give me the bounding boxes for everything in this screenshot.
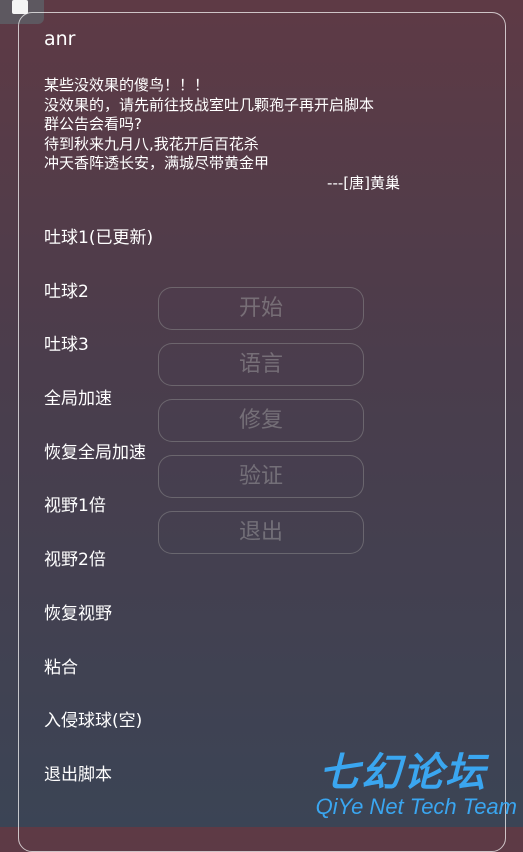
watermark-cn: 七幻论坛	[319, 750, 487, 796]
verify-button[interactable]: 验证	[158, 455, 364, 498]
menu-item-restore-speed[interactable]: 恢复全局加速	[44, 441, 153, 495]
menu-item-spit-1[interactable]: 吐球1(已更新)	[44, 226, 153, 280]
watermark-en: QiYe Net Tech Team	[315, 794, 517, 819]
menu-item-spit-3[interactable]: 吐球3	[44, 333, 153, 387]
menu-item-merge[interactable]: 粘合	[44, 656, 153, 710]
menu-item-view-1x[interactable]: 视野1倍	[44, 494, 153, 548]
notice-line: 冲天香阵透长安，满城尽带黄金甲	[44, 154, 270, 173]
menu-item-global-speed[interactable]: 全局加速	[44, 387, 153, 441]
notice-line: 待到秋来九月八,我花开后百花杀	[44, 134, 259, 153]
script-menu: 吐球1(已更新) 吐球2 吐球3 全局加速 恢复全局加速 视野1倍 视野2倍 恢…	[44, 226, 153, 817]
menu-item-restore-view[interactable]: 恢复视野	[44, 602, 153, 656]
notice-text: 某些没效果的傻鸟！！！ 没效果的，请先前往技战室吐几颗孢子再开启脚本 群公告会看…	[44, 76, 464, 194]
menu-item-invade[interactable]: 入侵球球(空)	[44, 709, 153, 763]
menu-item-exit-script[interactable]: 退出脚本	[44, 763, 153, 817]
exit-button[interactable]: 退出	[158, 511, 364, 554]
start-button[interactable]: 开始	[158, 287, 364, 330]
notice-line: 某些没效果的傻鸟！！！	[44, 76, 210, 94]
language-button[interactable]: 语言	[158, 343, 364, 386]
repair-button[interactable]: 修复	[158, 399, 364, 442]
notice-signature: ---[唐]黄巢	[327, 173, 400, 192]
notice-line: 没效果的，请先前往技战室吐几颗孢子再开启脚本	[44, 95, 375, 114]
notice-line: 群公告会看吗?	[44, 115, 142, 134]
menu-item-spit-2[interactable]: 吐球2	[44, 280, 153, 334]
watermark: 七幻论坛 QiYe Net Tech Team	[316, 751, 517, 819]
menu-item-view-2x[interactable]: 视野2倍	[44, 548, 153, 602]
panel-title: anr	[44, 28, 76, 50]
